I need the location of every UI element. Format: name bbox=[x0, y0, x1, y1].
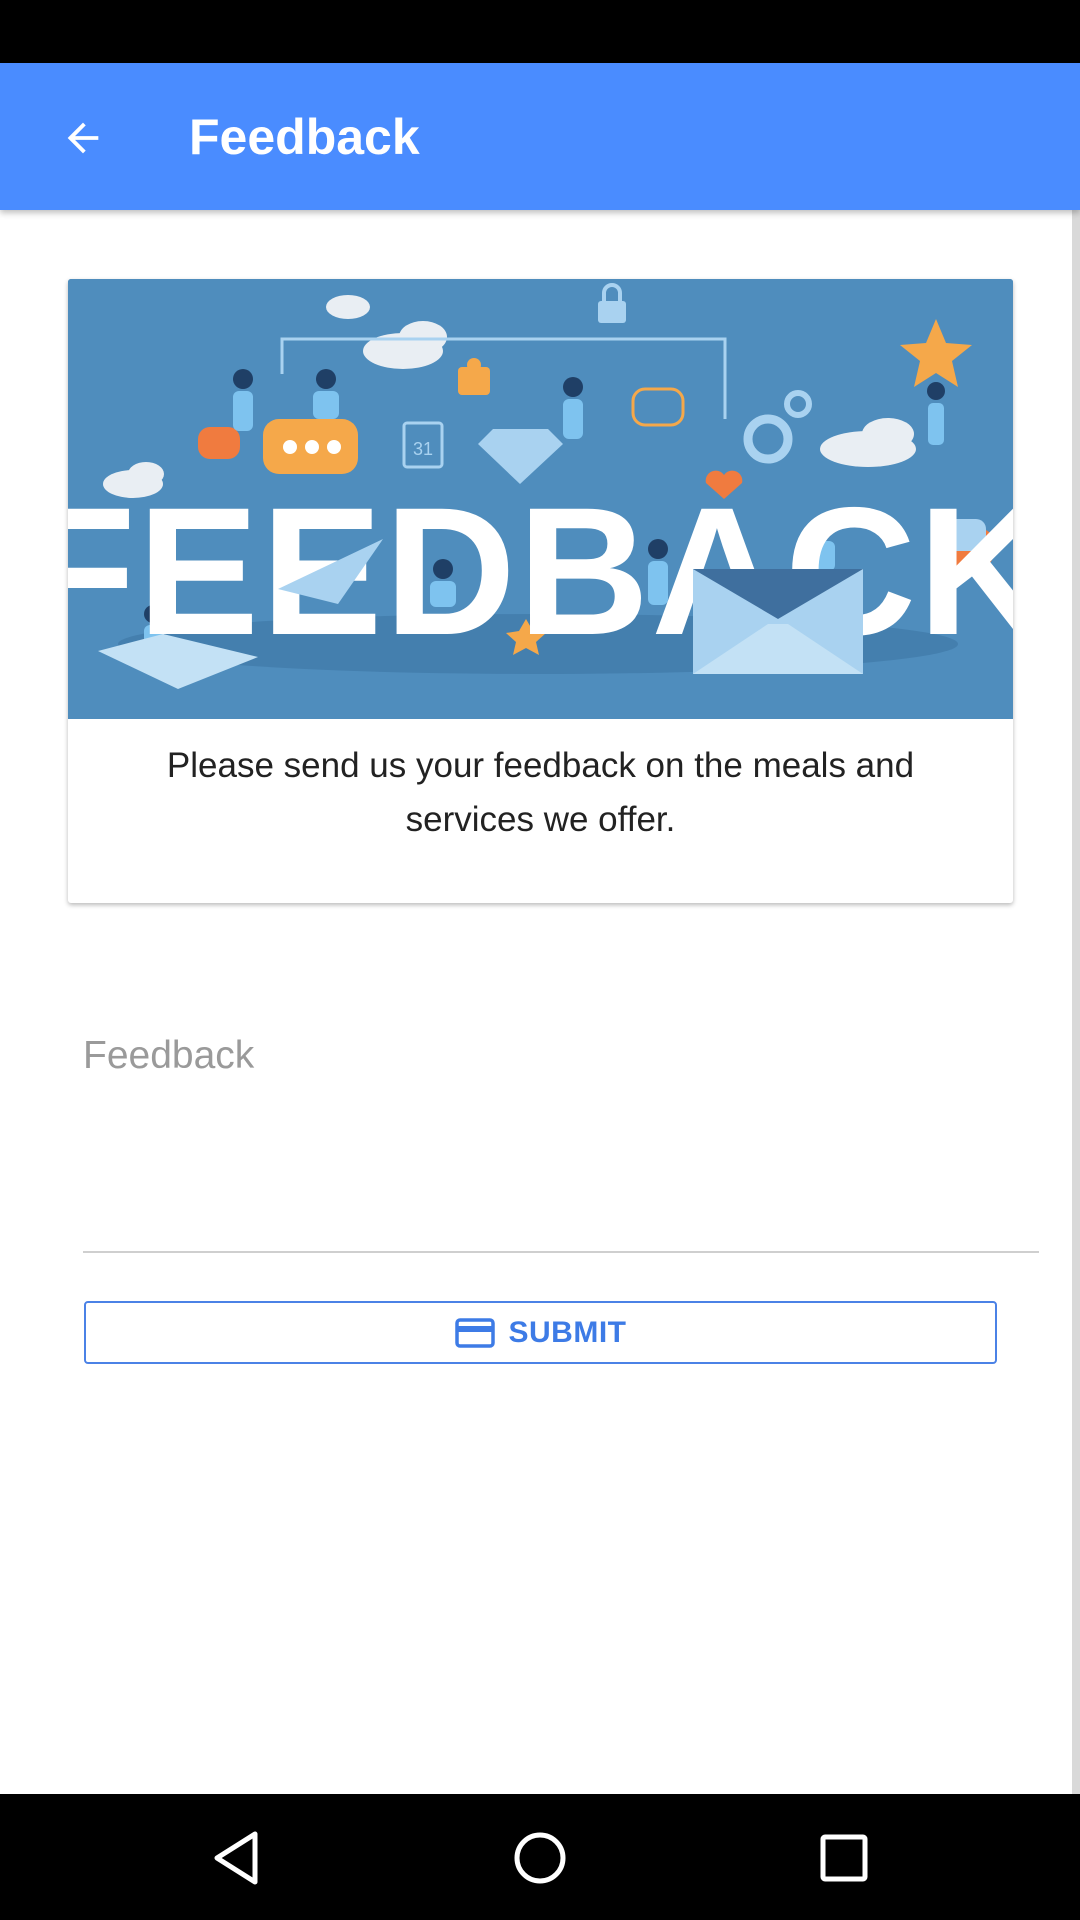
submit-label: SUBMIT bbox=[508, 1315, 627, 1349]
submit-button[interactable]: SUBMIT bbox=[84, 1301, 997, 1364]
feedback-illustration: 31 FEEDBACK bbox=[68, 279, 1013, 719]
back-button[interactable] bbox=[50, 105, 116, 171]
calendar-day-text: 31 bbox=[413, 439, 433, 459]
page-title: Feedback bbox=[189, 109, 420, 165]
card-message: Please send us your feedback on the meal… bbox=[166, 746, 915, 839]
feedback-underline bbox=[83, 1251, 1039, 1253]
nav-back-button[interactable] bbox=[205, 1827, 267, 1889]
scrollbar[interactable] bbox=[1072, 210, 1080, 1794]
feedback-label: Feedback bbox=[83, 1034, 255, 1077]
main-content: 31 FEEDBACK Please send us your feedback… bbox=[0, 210, 1072, 1794]
nav-recents-button[interactable] bbox=[813, 1827, 875, 1889]
status-bar bbox=[0, 0, 1080, 63]
credit-card-icon bbox=[454, 1317, 495, 1348]
nav-back-triangle-icon bbox=[214, 1831, 258, 1885]
arrow-back-icon bbox=[67, 122, 99, 154]
nav-home-button[interactable] bbox=[509, 1827, 571, 1889]
system-nav-bar bbox=[0, 1794, 1080, 1920]
illustration-word: FEEDBACK bbox=[68, 469, 1013, 673]
feedback-field[interactable]: Feedback bbox=[83, 1010, 1039, 1266]
app-bar: Feedback bbox=[0, 63, 1080, 210]
feedback-input[interactable] bbox=[83, 1100, 1039, 1260]
nav-recents-square-icon bbox=[820, 1834, 868, 1882]
feedback-card: 31 FEEDBACK Please send us your feedback… bbox=[68, 279, 1013, 903]
nav-home-circle-icon bbox=[514, 1832, 566, 1884]
